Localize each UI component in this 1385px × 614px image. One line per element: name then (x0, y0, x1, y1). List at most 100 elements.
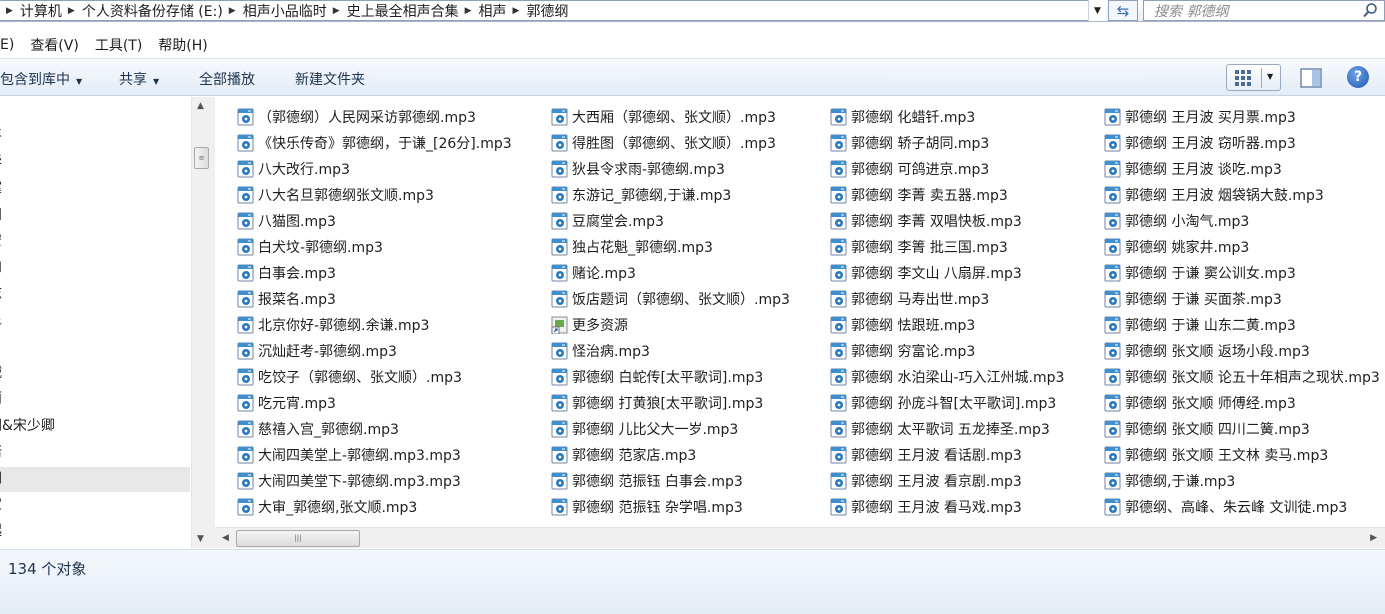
play-all-button[interactable]: 全部播放 (199, 69, 255, 89)
file-item[interactable]: （郭德纲）人民网采访郭德纲.mp3 (237, 104, 476, 130)
file-item[interactable]: 郭德纲 王月波 买月票.mp3 (1104, 104, 1296, 130)
file-item[interactable]: 郭德纲 轿子胡同.mp3 (830, 130, 989, 156)
nav-item[interactable]: 常贵田 (0, 203, 190, 228)
nav-vertical-scrollbar[interactable]: ▲ ≡ ▼ (191, 97, 210, 548)
file-item[interactable]: 郭德纲 孙庞斗智[太平歌词].mp3 (830, 390, 1056, 416)
file-item[interactable]: 沉灿赶考-郭德纲.mp3 (237, 338, 397, 364)
file-item[interactable]: 大闹四美堂上-郭德纲.mp3.mp3 (237, 442, 461, 468)
breadcrumb-item[interactable]: 郭德纲 (526, 1, 568, 20)
file-item[interactable]: 郭德纲 马寿出世.mp3 (830, 286, 989, 312)
file-item[interactable]: 郭德纲 于谦 山东二黄.mp3 (1104, 312, 1296, 338)
nav-item[interactable]: 常连安 (0, 229, 190, 254)
file-item[interactable]: 大西厢（郭德纲、张文顺）.mp3 (551, 104, 776, 130)
scroll-left-icon[interactable]: ◀ (222, 533, 229, 543)
address-bar[interactable]: ▶ 计算机 ▶ 个人资料备份存储 (E:) ▶ 相声小品临时 ▶ 史上最全相声合集 ▶ 相声 ▶ 郭德… (0, 0, 1106, 21)
nav-item[interactable]: 冯翊纲&宋少卿 (0, 414, 190, 439)
file-item[interactable]: 郭德纲 穷富论.mp3 (830, 338, 975, 364)
nav-item[interactable]: 郭全宝 (0, 493, 190, 518)
file-item[interactable]: 怪治病.mp3 (551, 338, 650, 364)
file-item[interactable]: 郭德纲 化蜡钎.mp3 (830, 104, 975, 130)
file-item[interactable]: 北京你好-郭德纲.余谦.mp3 (237, 312, 429, 338)
file-item[interactable]: 郭德纲 王月波 看马戏.mp3 (830, 494, 1022, 520)
file-item[interactable]: 郭德纲 张文顺 师傅经.mp3 (1104, 390, 1296, 416)
nav-item[interactable]: 郭德纲 (0, 466, 190, 492)
file-item[interactable]: 郭德纲 张文顺 四川二簧.mp3 (1104, 416, 1310, 442)
nav-item[interactable]: 常宝丰 (0, 123, 190, 148)
file-item[interactable]: 郭德纲,于谦.mp3 (1104, 468, 1235, 494)
file-item[interactable]: 郭德纲 张文顺 返场小段.mp3 (1104, 338, 1310, 364)
menu-item[interactable]: E) (0, 37, 14, 53)
breadcrumb-arrow-icon[interactable]: ▶ (459, 6, 479, 16)
file-item[interactable]: 郭德纲 张文顺 王文林 卖马.mp3 (1104, 442, 1328, 468)
file-item[interactable]: 郭德纲 王月波 谈吃.mp3 (1104, 156, 1282, 182)
file-scroll-thumb[interactable]: ||| (236, 530, 360, 547)
nav-item[interactable]: 常宝华 (0, 150, 190, 175)
file-item[interactable]: 报菜名.mp3 (237, 286, 336, 312)
menu-item[interactable]: 查看(V) (30, 35, 79, 55)
file-item[interactable]: 大审_郭德纲,张文顺.mp3 (237, 494, 417, 520)
change-view-button[interactable]: ▼ (1226, 64, 1281, 91)
file-item[interactable]: 饭店题词（郭德纲、张文顺）.mp3 (551, 286, 790, 312)
file-item[interactable]: 郭德纲 姚家井.mp3 (1104, 234, 1249, 260)
file-item[interactable]: 吃饺子（郭德纲、张文顺）.mp3 (237, 364, 462, 390)
nav-item[interactable]: 常宝霆 (0, 176, 190, 201)
file-item[interactable]: 郭德纲 小淘气.mp3 (1104, 208, 1249, 234)
file-item[interactable]: 郭德纲 太平歌词 五龙捧圣.mp3 (830, 416, 1050, 442)
file-item[interactable]: 郭德纲 水泊梁山-巧入江州城.mp3 (830, 364, 1064, 390)
file-item[interactable]: 郭德纲 可鸽进京.mp3 (830, 156, 989, 182)
file-item[interactable]: 郭德纲 李菁 双唱快板.mp3 (830, 208, 1022, 234)
nav-item[interactable]: 郭荣起 (0, 519, 190, 544)
nav-scroll-thumb[interactable]: ≡ (194, 147, 209, 169)
file-item[interactable]: 吃元宵.mp3 (237, 390, 336, 416)
file-item[interactable]: 八猫图.mp3 (237, 208, 336, 234)
file-item[interactable]: 郭德纲 白蛇传[太平歌词].mp3 (551, 364, 763, 390)
file-item[interactable]: 郭德纲 张文顺 论五十年相声之现状.mp3 (1104, 364, 1380, 390)
scroll-up-icon[interactable]: ▲ (197, 101, 204, 111)
include-in-library-button[interactable]: 包含到库中 ▼ (0, 69, 82, 89)
nav-item[interactable]: 陈鸣志 (0, 282, 190, 307)
file-item[interactable]: 郭德纲 王月波 烟袋锅大鼓.mp3 (1104, 182, 1324, 208)
menu-item[interactable]: 帮助(H) (158, 35, 207, 55)
nav-item[interactable]: 大山 (0, 335, 190, 360)
file-item[interactable]: 得胜图（郭德纲、张文顺）.mp3 (551, 130, 776, 156)
file-item[interactable]: 《快乐传奇》郭德纲，于谦_[26分].mp3 (237, 130, 512, 156)
breadcrumb-item[interactable]: 计算机 (20, 1, 62, 20)
file-item[interactable]: 独占花魁_郭德纲.mp3 (551, 234, 713, 260)
file-item[interactable]: 八大改行.mp3 (237, 156, 350, 182)
breadcrumb-arrow-icon[interactable]: ▶ (507, 6, 527, 16)
file-item[interactable]: 郭德纲 范家店.mp3 (551, 442, 696, 468)
file-item[interactable]: 郭德纲 王月波 看京剧.mp3 (830, 468, 1022, 494)
file-item[interactable]: 郭德纲 于谦 买面茶.mp3 (1104, 286, 1282, 312)
file-item[interactable]: 郭德纲 范振钰 杂学唱.mp3 (551, 494, 743, 520)
nav-item[interactable]: 陈寒柏 (0, 255, 190, 280)
file-item[interactable]: 郭德纲 怯跟班.mp3 (830, 312, 975, 338)
nav-item[interactable]: 单联丽 (0, 387, 190, 412)
address-dropdown-icon[interactable]: ▼ (1088, 0, 1106, 21)
nav-item[interactable]: 陈涌泉 (0, 308, 190, 333)
file-item[interactable]: 郭德纲 王月波 看话剧.mp3 (830, 442, 1022, 468)
nav-item[interactable]: 声 (0, 97, 190, 122)
nav-item[interactable]: 高英培 (0, 440, 190, 465)
file-list-horizontal-scrollbar[interactable]: ◀ ||| ▶ (215, 527, 1385, 548)
breadcrumb-arrow-icon[interactable]: ▶ (0, 6, 20, 16)
breadcrumb-arrow-icon[interactable]: ▶ (223, 6, 243, 16)
file-item[interactable]: 郭德纲 于谦 窦公训女.mp3 (1104, 260, 1296, 286)
file-item[interactable]: 狄县令求雨-郭德纲.mp3 (551, 156, 725, 182)
preview-pane-icon[interactable] (1300, 68, 1322, 88)
refresh-icon[interactable]: ⇆ (1108, 0, 1138, 21)
file-item[interactable]: 更多资源 (551, 312, 628, 338)
file-item[interactable]: 白犬坟-郭德纲.mp3 (237, 234, 383, 260)
file-item[interactable]: 郭德纲 儿比父大一岁.mp3 (551, 416, 738, 442)
share-button[interactable]: 共享 ▼ (119, 69, 159, 89)
file-item[interactable]: 郭德纲 王月波 窃听器.mp3 (1104, 130, 1296, 156)
file-item[interactable]: 郭德纲、高峰、朱云峰 文训徒.mp3 (1104, 494, 1347, 520)
scroll-down-icon[interactable]: ▼ (197, 534, 204, 544)
breadcrumb-item[interactable]: 史上最全相声合集 (347, 1, 459, 20)
file-item[interactable]: 白事会.mp3 (237, 260, 336, 286)
scroll-right-icon[interactable]: ▶ (1370, 533, 1377, 543)
file-item[interactable]: 郭德纲 李箐 批三国.mp3 (830, 234, 1008, 260)
file-item[interactable]: 慈禧入宫_郭德纲.mp3 (237, 416, 399, 442)
file-item[interactable]: 豆腐堂会.mp3 (551, 208, 664, 234)
file-item[interactable]: 郭德纲 范振钰 白事会.mp3 (551, 468, 743, 494)
breadcrumb-item[interactable]: 相声小品临时 (243, 1, 327, 20)
